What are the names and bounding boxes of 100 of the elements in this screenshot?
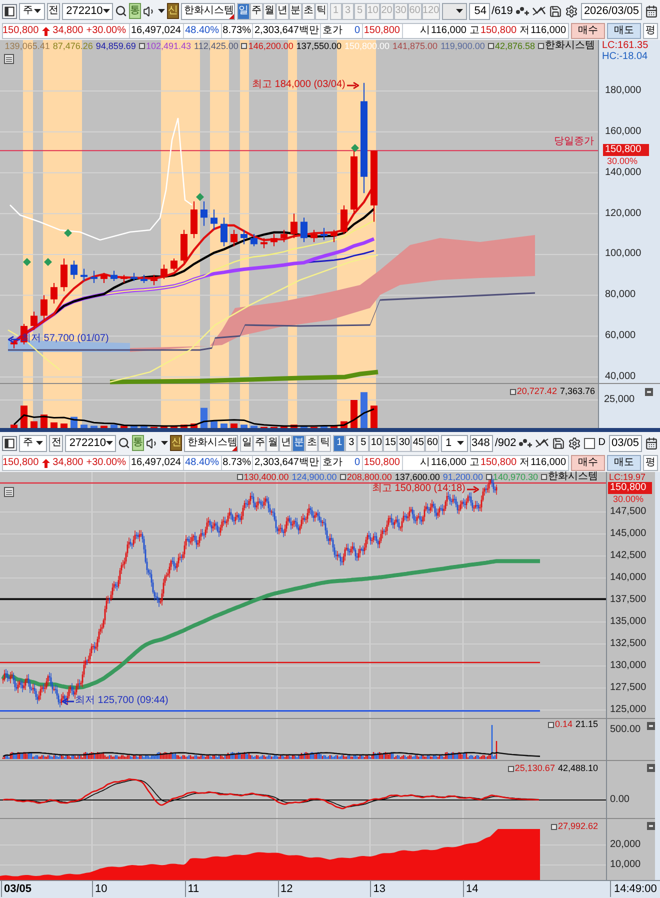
candle	[80, 268, 88, 282]
volume-bar	[280, 426, 288, 428]
interval-button[interactable]: 15	[383, 434, 398, 452]
change-value: 34,800	[52, 458, 84, 468]
window-icon[interactable]	[2, 436, 17, 450]
sell-button[interactable]: 매도	[607, 455, 641, 471]
sell-button[interactable]: 매도	[607, 23, 641, 39]
period-tab[interactable]: 년	[276, 2, 289, 20]
save-icon[interactable]	[552, 436, 566, 450]
period-tab[interactable]: 월	[266, 434, 280, 452]
interval-button[interactable]: 10	[369, 434, 384, 452]
speaker-icon[interactable]	[142, 4, 156, 18]
pane-menu-icon[interactable]	[647, 764, 655, 772]
table-icon[interactable]	[4, 487, 14, 497]
pane-menu-icon[interactable]	[647, 822, 655, 830]
legend-value: 42,488.10	[558, 764, 598, 773]
turnover-value: 8.73%	[222, 458, 251, 468]
arrow-icon	[347, 82, 360, 88]
code-field[interactable]: 272210	[65, 434, 116, 452]
count-field[interactable]: 54	[468, 2, 490, 20]
quote-volume: 0	[354, 26, 360, 36]
calendar-icon[interactable]	[645, 436, 658, 450]
legend-value: 112,425.00	[194, 42, 238, 50]
period-tab[interactable]: 일	[236, 2, 250, 20]
interval-button[interactable]: 3	[345, 434, 358, 452]
save-icon[interactable]	[548, 4, 562, 18]
settings-icon[interactable]	[564, 4, 578, 18]
period-tab[interactable]: 년	[279, 434, 292, 452]
dots-plus-icon[interactable]	[518, 437, 532, 449]
interval-button[interactable]: 45	[411, 434, 426, 452]
ohlc-label: 저	[520, 26, 530, 36]
volume-bar	[170, 426, 178, 428]
caret-icon	[36, 441, 44, 445]
flag-button[interactable]: 통	[132, 435, 144, 451]
interval-select[interactable]: 1	[441, 434, 468, 452]
count-field[interactable]: 348	[470, 434, 493, 452]
buy-button[interactable]: 매수	[571, 23, 605, 39]
date-field[interactable]: 03/05	[608, 434, 642, 452]
code-field[interactable]: 272210	[62, 2, 113, 20]
period-tab[interactable]: 초	[302, 2, 315, 20]
period-tab[interactable]: 주	[253, 434, 266, 452]
volume-bar	[90, 426, 98, 428]
candle	[240, 229, 248, 245]
option-button[interactable]: 평	[643, 23, 658, 39]
pane-menu-icon[interactable]	[645, 388, 653, 396]
dots-plus-icon[interactable]	[514, 5, 529, 17]
stock-name-field[interactable]: 한화시스템	[184, 434, 238, 452]
caret-icon	[34, 9, 42, 13]
period-tab[interactable]: 분	[288, 2, 302, 20]
market-select[interactable]: 주	[19, 2, 46, 20]
interval-button[interactable]: 30	[397, 434, 412, 452]
legend-value: 102,491.43	[146, 42, 191, 50]
stock-name-field[interactable]: 한화시스템	[180, 2, 235, 20]
high-price-note: 최고 184,000 (03/04)	[252, 80, 346, 90]
legend-value: 137,550.00	[296, 42, 342, 50]
axis-label: 100,000	[605, 248, 642, 260]
volume-bar	[20, 406, 28, 428]
candle	[340, 204, 348, 234]
mode-button[interactable]: 전	[49, 434, 64, 452]
option-checkbox[interactable]	[584, 438, 596, 448]
interval-button[interactable]: 1	[333, 434, 346, 452]
time-label: 14	[463, 881, 478, 897]
volume-bar	[140, 426, 148, 428]
period-tab[interactable]: 틱	[318, 434, 332, 452]
period-tab[interactable]: 월	[262, 2, 276, 20]
legend-value: 146,200.00	[248, 42, 294, 50]
close-label: 당일종가	[554, 137, 594, 147]
search-icon[interactable]	[118, 437, 130, 449]
candle	[130, 272, 138, 282]
candle	[50, 282, 58, 304]
crossing-lines-icon[interactable]	[535, 437, 550, 449]
legend-value: 0.14	[554, 720, 572, 729]
window-icon[interactable]	[2, 4, 17, 18]
candle	[220, 217, 228, 247]
pane-menu-icon[interactable]	[647, 722, 655, 730]
count-total: /902	[494, 438, 516, 448]
option-button[interactable]: 평	[643, 455, 658, 471]
search-icon[interactable]	[114, 5, 127, 17]
market-select[interactable]: 주	[19, 434, 48, 452]
buy-button[interactable]: 매수	[571, 455, 605, 471]
period-tab[interactable]: 주	[250, 2, 263, 20]
candle	[150, 274, 158, 286]
axis-label: 500.00	[610, 724, 641, 736]
period-tab[interactable]: 틱	[314, 2, 328, 20]
interval-button[interactable]: 60	[425, 434, 440, 452]
period-tab[interactable]: 일	[240, 434, 254, 452]
candle	[300, 217, 308, 243]
mode-button[interactable]: 전	[47, 2, 60, 20]
settings-icon[interactable]	[568, 436, 582, 450]
table-icon[interactable]	[4, 54, 14, 64]
flag-button[interactable]: 통	[128, 3, 141, 19]
calendar-icon[interactable]	[645, 4, 658, 18]
period-tab[interactable]: 초	[305, 434, 318, 452]
volume-bar	[110, 424, 118, 428]
crossing-lines-icon[interactable]	[532, 5, 546, 17]
legend-value: 137,600.00	[394, 472, 440, 482]
period-tab[interactable]: 분	[292, 434, 306, 452]
interval-button[interactable]: 5	[357, 434, 370, 452]
legend-value: 25,130.67	[514, 764, 555, 773]
date-field[interactable]: 2026/03/05	[580, 2, 642, 20]
